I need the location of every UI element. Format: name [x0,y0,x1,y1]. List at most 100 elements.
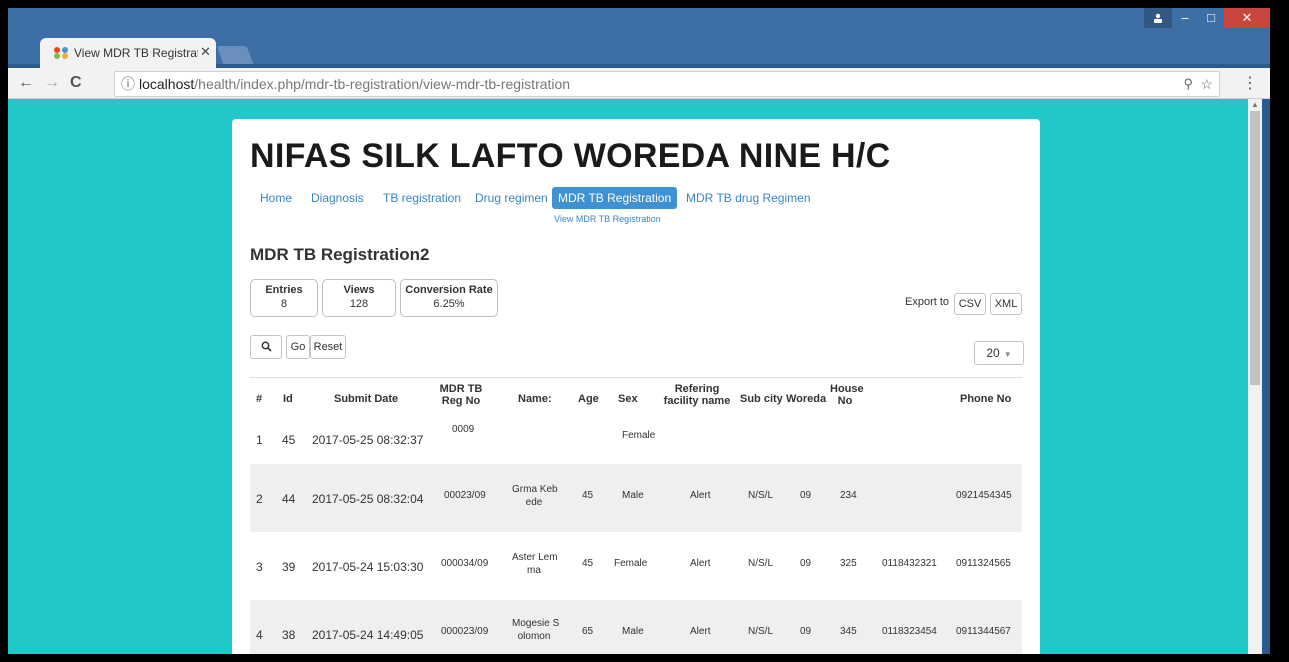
bookmark-star-icon[interactable]: ☆ [1200,72,1213,96]
table-row: 4 38 2017-05-24 14:49:05 000023/09 Moges… [250,600,1022,654]
nav-mdr-tb-registration[interactable]: MDR TB Registration [552,187,678,209]
address-bar[interactable]: ⓘ localhost/health/index.php/mdr-tb-regi… [114,71,1220,97]
cell-id: 39 [282,560,296,574]
zoom-icon[interactable]: ⚲ [1183,72,1193,96]
page-size-value: 20 [986,346,1000,360]
nav-tb-registration[interactable]: TB registration [383,187,461,209]
close-window-button[interactable]: ✕ [1224,8,1270,28]
cell-submit-date: 2017-05-25 08:32:04 [312,492,424,506]
vertical-scrollbar[interactable]: ▲ [1248,99,1262,654]
title-bar: View MDR TB Registratio ✕ – □ ✕ [8,8,1270,68]
user-profile-icon[interactable] [1144,8,1172,28]
export-label: Export to [905,296,950,308]
tab-close-icon[interactable]: ✕ [200,44,211,60]
back-arrow-icon[interactable]: ← [18,74,34,92]
address-toolbar: ← → C ⓘ localhost/health/index.php/mdr-t… [8,68,1270,99]
content-card: NIFAS SILK LAFTO WOREDA NINE H/C Home Di… [232,119,1040,654]
caret-down-icon: ▼ [1003,350,1012,359]
cell-number: 1 [256,433,263,447]
cell-name-line1: Aster Lem [512,552,558,563]
nav-drug-regimen[interactable]: Drug regimen [475,187,548,209]
stat-entries: Entries 8 [250,279,318,317]
cell-facility: Alert [690,490,711,501]
cell-facility: Alert [690,558,711,569]
stat-value: 128 [349,298,369,310]
maximize-button[interactable]: □ [1198,8,1224,28]
cell-sex: Male [622,490,644,501]
cell-phone-1: 0118323454 [882,626,937,637]
cell-number: 2 [256,492,263,506]
page-size-select[interactable]: 20 ▼ [974,341,1024,365]
browser-window: View MDR TB Registratio ✕ – □ ✕ ← → C ⓘ … [8,8,1270,654]
col-header-number: # [256,393,263,405]
nav-mdr-tb-drug-regimen[interactable]: MDR TB drug Regimen [686,187,811,209]
url-host: localhost [139,76,195,92]
new-tab-button[interactable] [216,46,254,64]
cell-sex: Male [622,626,644,637]
browser-menu-icon[interactable]: ⋮ [1242,73,1258,93]
cell-phone-2: 0911324565 [956,558,1011,569]
cell-reg-no: 000023/09 [441,626,489,637]
page-viewport: NIFAS SILK LAFTO WOREDA NINE H/C Home Di… [8,99,1270,654]
scrollbar-thumb[interactable] [1250,111,1260,385]
subnav-view-mdr-tb-registration[interactable]: View MDR TB Registration [554,214,661,224]
cell-reg-no: 0009 [452,424,475,435]
cell-id: 44 [282,492,296,506]
cell-phone-2: 0911344567 [956,626,1011,637]
url-path: /health/index.php/mdr-tb-registration/vi… [194,76,571,92]
export-xml-button[interactable]: XML [990,293,1022,315]
cell-woreda: 09 [800,558,812,569]
scroll-up-icon[interactable]: ▲ [1251,100,1259,109]
tab-title: View MDR TB Registratio [74,46,198,60]
cell-submit-date: 2017-05-24 15:03:30 [312,560,424,574]
reload-icon[interactable]: C [70,74,82,92]
cell-sub-city: N/S/L [748,490,774,501]
cell-reg-no: 00023/09 [444,490,486,501]
go-button[interactable]: Go [286,335,310,359]
window-edge [1262,99,1270,654]
cell-sub-city: N/S/L [748,558,774,569]
cell-number: 3 [256,560,263,574]
cell-house-no: 345 [840,626,857,637]
stat-label: Entries [265,284,303,296]
page-heading: MDR TB Registration2 [250,245,430,264]
nav-home[interactable]: Home [260,187,292,209]
stat-label: Views [343,284,375,296]
cell-house-no: 234 [840,490,857,501]
col-header-mdr-tb-reg-no: MDR TB Reg No [439,383,483,407]
cell-submit-date: 2017-05-25 08:32:37 [312,433,424,447]
cell-name-line2: olomon [517,631,551,642]
stat-value: 8 [280,298,288,310]
table-header: # Id Submit Date MDR TB Reg No Name: Age… [250,378,1022,422]
cell-sex: Female [622,430,656,441]
stat-label: Conversion Rate [405,284,493,296]
cell-age: 45 [582,490,594,501]
cell-woreda: 09 [800,626,812,637]
registrations-table: # Id Submit Date MDR TB Reg No Name: Age… [250,377,1022,654]
cell-sub-city: N/S/L [748,626,774,637]
nav-diagnosis[interactable]: Diagnosis [311,187,364,209]
col-header-house-no: House No [830,383,864,407]
col-header-refering-facility: Refering facility name [663,383,731,407]
stat-value: 6.25% [433,298,465,310]
cell-name-line2: ma [527,565,541,576]
url-text: localhost/health/index.php/mdr-tb-regist… [139,72,570,96]
reset-button[interactable]: Reset [310,335,346,359]
table-row: 1 45 2017-05-25 08:32:37 0009 Female [250,422,1022,464]
cell-woreda: 09 [800,490,812,501]
forward-arrow-icon[interactable]: → [44,74,60,92]
browser-tab[interactable]: View MDR TB Registratio ✕ [40,38,216,68]
window-controls: – □ ✕ [1144,8,1270,30]
cell-name-line2: ede [525,497,543,508]
info-icon[interactable]: ⓘ [121,72,135,96]
cell-id: 45 [282,433,296,447]
cell-age: 65 [582,626,594,637]
col-header-age: Age [578,393,599,405]
col-header-woreda: Woreda [786,393,827,405]
search-button[interactable] [250,335,282,359]
cell-phone-1: 0118432321 [882,558,937,569]
cell-name-line1: Mogesie S [512,618,560,629]
export-csv-button[interactable]: CSV [954,293,986,315]
col-header-sub-city: Sub city [740,393,783,405]
minimize-button[interactable]: – [1172,8,1198,28]
